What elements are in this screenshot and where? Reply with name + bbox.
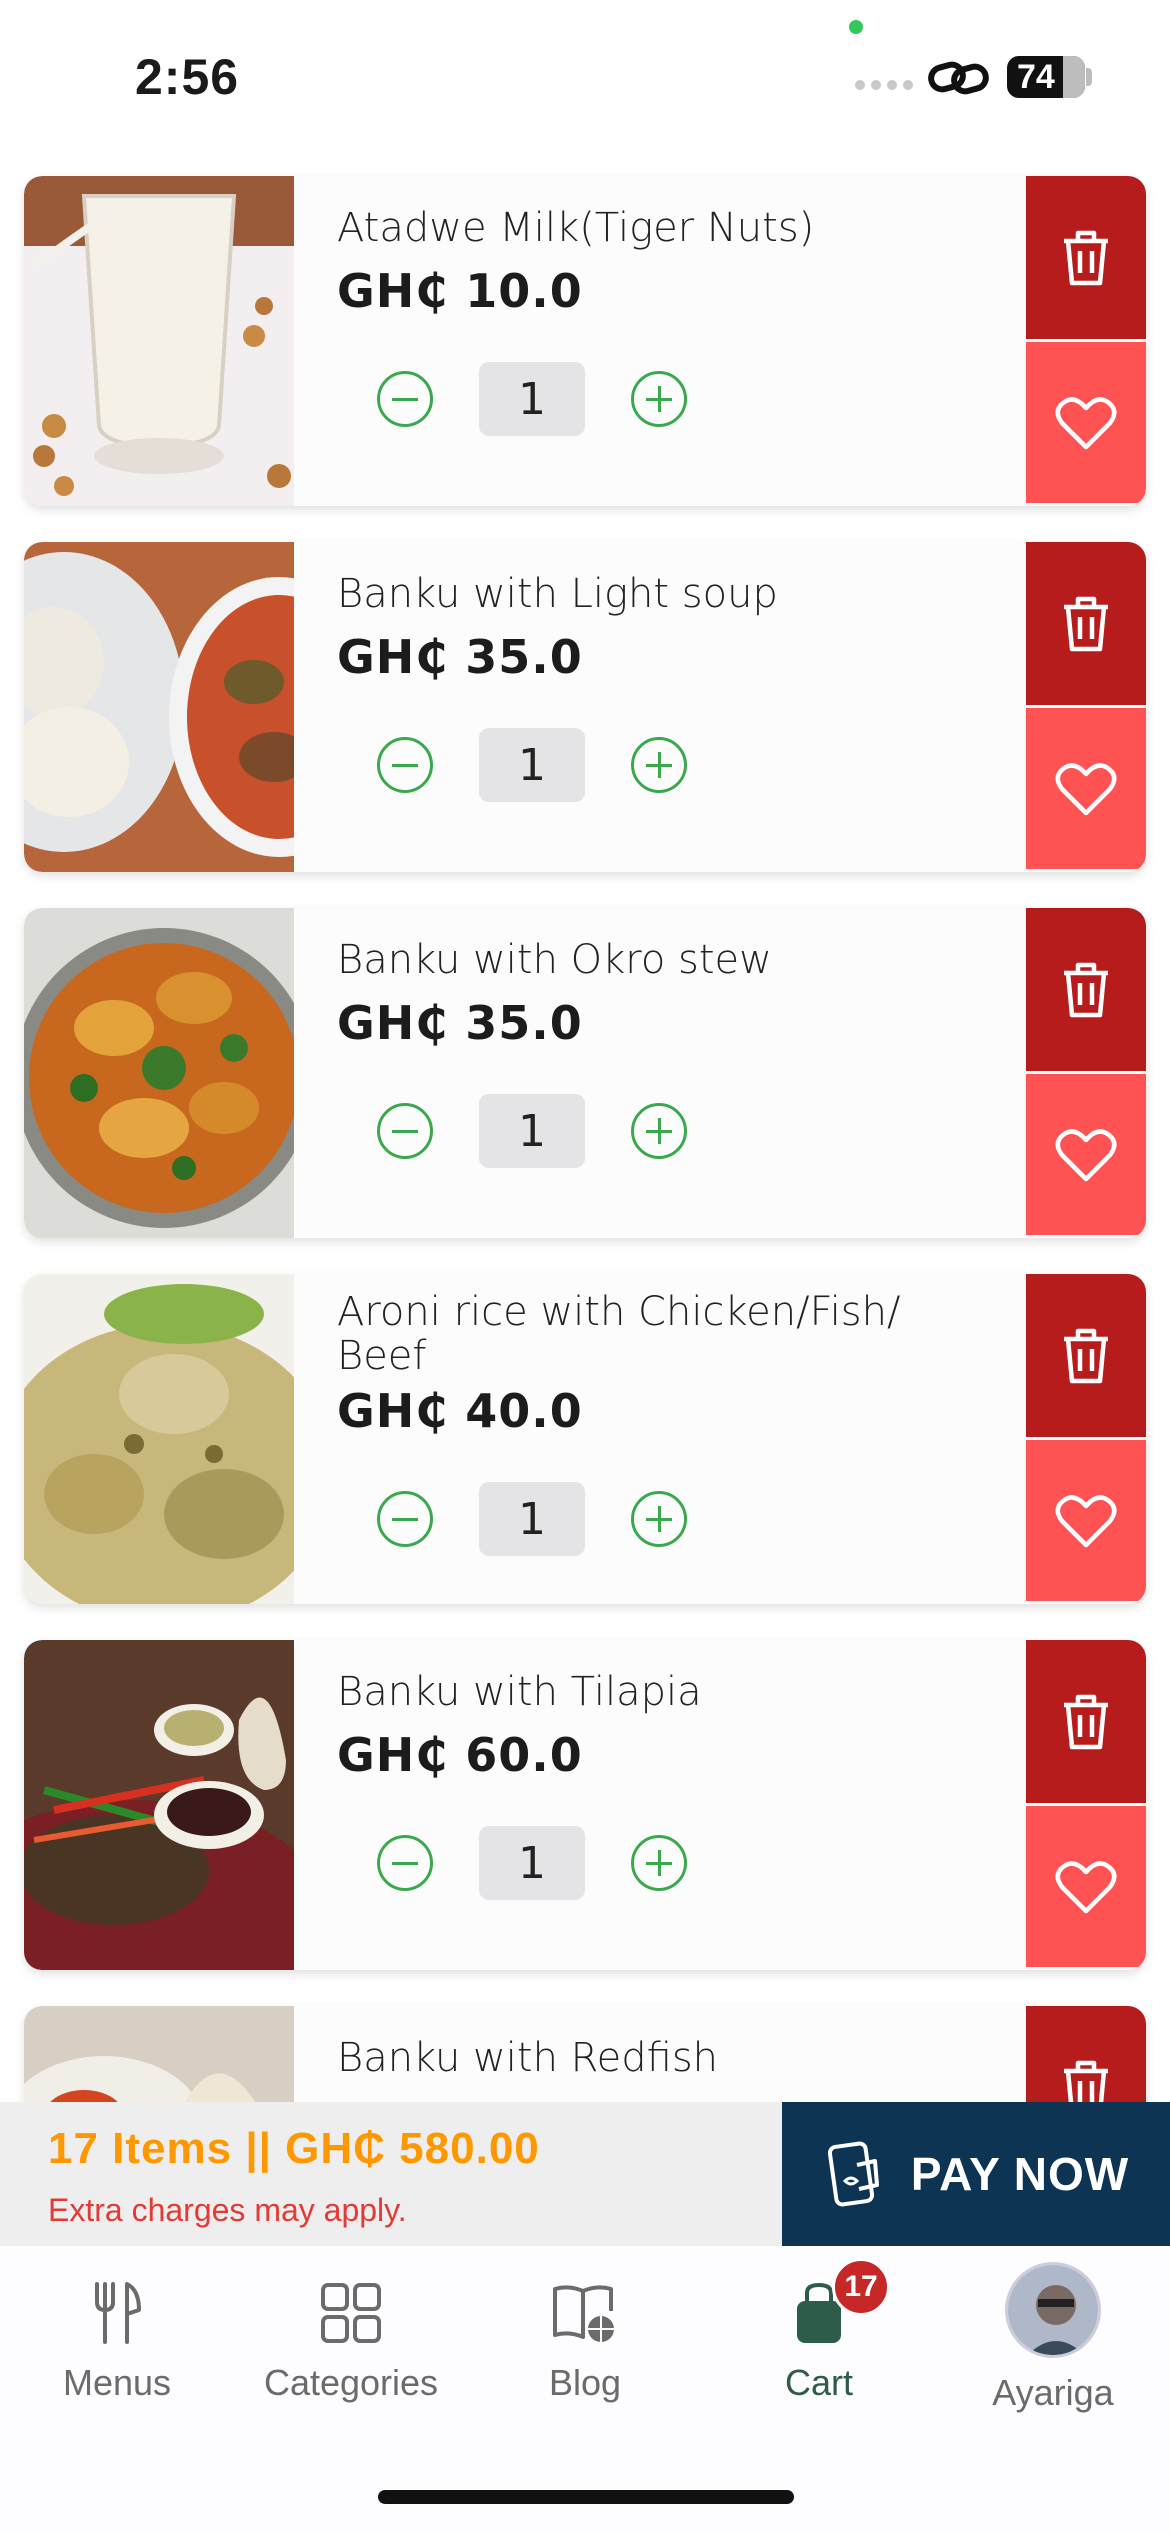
cart-badge: 17 (832, 2258, 890, 2316)
cart-item: Aroni rice with Chicken/Fish/ Beef GH₵ 4… (24, 1274, 1146, 1604)
cart-summary: 17 Items || GH₵ 580.00 (48, 2124, 540, 2173)
decrease-quantity-button[interactable] (377, 737, 433, 793)
status-bar: 2:56 74 (0, 0, 1170, 150)
item-image (24, 908, 294, 1238)
link-icon (928, 61, 989, 95)
increase-quantity-button[interactable] (631, 737, 687, 793)
item-actions (1026, 1274, 1146, 1604)
item-price: GH₵ 35.0 (337, 996, 583, 1050)
decrease-quantity-button[interactable] (377, 1103, 433, 1159)
item-price: GH₵ 10.0 (337, 264, 583, 318)
battery-icon: 74 (1007, 56, 1085, 98)
favorite-button[interactable] (1026, 1071, 1146, 1235)
camera-indicator-icon (849, 20, 863, 34)
delete-button[interactable] (1026, 542, 1146, 705)
checkout-bar: 17 Items || GH₵ 580.00 Extra charges may… (0, 2102, 1170, 2246)
item-actions (1026, 1640, 1146, 1970)
item-actions (1026, 542, 1146, 872)
trash-icon (1064, 962, 1108, 1017)
item-actions (1026, 908, 1146, 1238)
nav-item-categories[interactable]: Categories (234, 2278, 468, 2404)
shopping-bag-icon: 17 (784, 2258, 890, 2348)
item-price: GH₵ 35.0 (337, 630, 583, 684)
nav-label-blog: Blog (548, 2362, 622, 2403)
favorite-button[interactable] (1026, 1437, 1146, 1601)
delete-button[interactable] (1026, 176, 1146, 339)
cart-item: Banku with Tilapia GH₵ 60.0 1 (24, 1640, 1146, 1970)
item-name: Banku with Light soup (337, 571, 778, 617)
quantity-stepper: 1 (377, 362, 687, 436)
nav-label-profile: Ayariga (992, 2372, 1114, 2413)
pay-now-button[interactable]: PAY NOW (782, 2102, 1170, 2246)
quantity-value: 1 (479, 362, 585, 436)
favorite-button[interactable] (1026, 1803, 1146, 1967)
quantity-value: 1 (479, 1826, 585, 1900)
increase-quantity-button[interactable] (631, 1103, 687, 1159)
delete-button[interactable] (1026, 1274, 1146, 1437)
quantity-stepper: 1 (377, 1094, 687, 1168)
nav-item-blog[interactable]: Blog (468, 2278, 702, 2404)
favorite-button[interactable] (1026, 705, 1146, 869)
item-image (24, 1274, 294, 1604)
nav-label-categories: Categories (263, 2362, 439, 2403)
cart-item: Banku with Light soup GH₵ 35.0 1 (24, 542, 1146, 872)
quantity-value: 1 (479, 1094, 585, 1168)
delete-button[interactable] (1026, 1640, 1146, 1803)
nav-item-profile[interactable]: Ayariga (936, 2262, 1170, 2414)
quantity-stepper: 1 (377, 1482, 687, 1556)
cart-item: Atadwe Milk(Tiger Nuts) GH₵ 10.0 1 (24, 176, 1146, 506)
home-indicator (378, 2490, 794, 2504)
nav-item-cart[interactable]: 17 Cart (702, 2258, 936, 2404)
heart-icon (1055, 1494, 1117, 1547)
favorite-button[interactable] (1026, 339, 1146, 503)
nav-label-cart: Cart (784, 2362, 853, 2403)
item-name: Atadwe Milk(Tiger Nuts) (337, 205, 815, 251)
cart-item: Banku with Okro stew GH₵ 35.0 1 (24, 908, 1146, 1238)
quantity-value: 1 (479, 728, 585, 802)
fork-knife-icon (82, 2278, 152, 2348)
cellular-signal-icon (855, 80, 913, 90)
item-image (24, 542, 294, 872)
item-actions (1026, 176, 1146, 506)
delete-button[interactable] (1026, 908, 1146, 1071)
heart-icon (1055, 396, 1117, 449)
book-globe-icon (550, 2278, 620, 2348)
grid-icon (316, 2278, 386, 2348)
nav-item-menus[interactable]: Menus (0, 2278, 234, 2404)
increase-quantity-button[interactable] (631, 371, 687, 427)
battery-level: 74 (1017, 57, 1055, 96)
mobile-payment-icon (827, 2141, 879, 2207)
decrease-quantity-button[interactable] (377, 1491, 433, 1547)
item-name: Banku with Redfish (337, 2035, 719, 2081)
quantity-value: 1 (479, 1482, 585, 1556)
item-image (24, 176, 294, 506)
item-price: GH₵ 60.0 (337, 1728, 583, 1782)
item-price: GH₵ 40.0 (337, 1384, 583, 1438)
trash-icon (1064, 596, 1108, 651)
trash-icon (1064, 1328, 1108, 1383)
decrease-quantity-button[interactable] (377, 1835, 433, 1891)
heart-icon (1055, 762, 1117, 815)
decrease-quantity-button[interactable] (377, 371, 433, 427)
heart-icon (1055, 1128, 1117, 1181)
nav-label-menus: Menus (62, 2362, 172, 2403)
item-name: Banku with Tilapia (337, 1669, 702, 1715)
trash-icon (1064, 1694, 1108, 1749)
increase-quantity-button[interactable] (631, 1835, 687, 1891)
item-name: Banku with Okro stew (337, 937, 772, 983)
increase-quantity-button[interactable] (631, 1491, 687, 1547)
pay-now-label: PAY NOW (910, 2148, 1130, 2200)
heart-icon (1055, 1860, 1117, 1913)
quantity-stepper: 1 (377, 1826, 687, 1900)
status-time: 2:56 (135, 49, 240, 105)
quantity-stepper: 1 (377, 728, 687, 802)
avatar (1005, 2262, 1101, 2358)
extra-charges-note: Extra charges may apply. (48, 2192, 407, 2228)
trash-icon (1064, 230, 1108, 285)
item-image (24, 1640, 294, 1970)
item-name: Aroni rice with Chicken/Fish/ Beef (337, 1289, 901, 1379)
